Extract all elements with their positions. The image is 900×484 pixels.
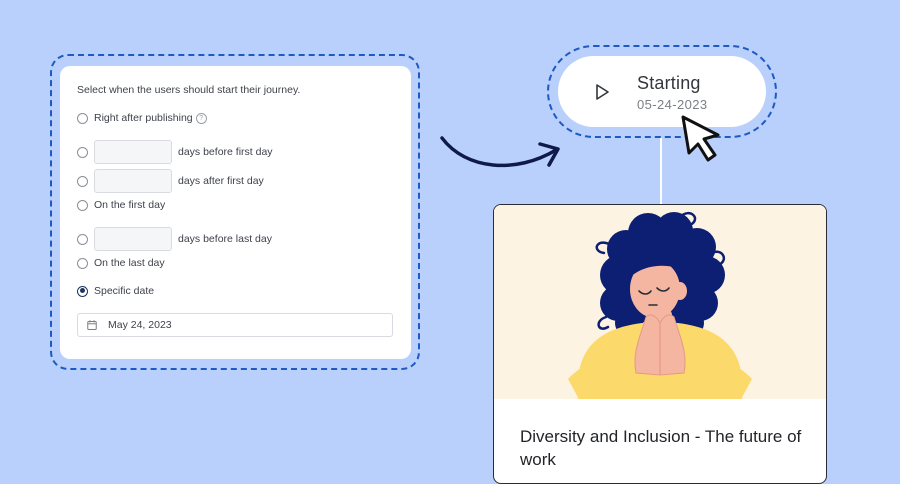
- radio-days-before-last-day[interactable]: [77, 233, 88, 245]
- course-illustration: [494, 205, 826, 399]
- radio-days-after-first-day[interactable]: [77, 175, 88, 187]
- option-label: Right after publishing: [94, 112, 193, 124]
- play-icon: [596, 84, 609, 100]
- specific-date-field[interactable]: May 24, 2023: [77, 313, 393, 337]
- starting-date: 05-24-2023: [637, 97, 708, 112]
- days-after-first-day-input[interactable]: [94, 169, 172, 193]
- days-before-first-day-input[interactable]: [94, 140, 172, 164]
- mouse-cursor-icon: [681, 115, 720, 162]
- option-label: days before first day: [178, 146, 273, 158]
- specific-date-value: May 24, 2023: [108, 319, 172, 331]
- course-card[interactable]: Diversity and Inclusion - The future of …: [493, 204, 827, 484]
- option-label: days before last day: [178, 233, 272, 245]
- radio-on-the-first-day[interactable]: [77, 199, 88, 211]
- option-specific-date[interactable]: Specific date: [77, 280, 154, 302]
- option-days-before-last-day[interactable]: days before last day: [77, 227, 272, 251]
- start-date-form: Select when the users should start their…: [60, 66, 411, 359]
- option-label: On the first day: [94, 199, 166, 211]
- option-right-after-publishing[interactable]: Right after publishing ?: [77, 107, 207, 129]
- form-title: Select when the users should start their…: [77, 84, 301, 96]
- starting-title: Starting: [637, 73, 701, 93]
- radio-specific-date[interactable]: [77, 285, 88, 297]
- option-on-the-first-day[interactable]: On the first day: [77, 194, 165, 216]
- option-days-before-first-day[interactable]: days before first day: [77, 140, 273, 164]
- curved-arrow-icon: [440, 136, 560, 168]
- calendar-icon: [87, 320, 97, 330]
- option-label: days after first day: [178, 175, 264, 187]
- option-days-after-first-day[interactable]: days after first day: [77, 169, 264, 193]
- starting-pill[interactable]: Starting 05-24-2023: [558, 56, 766, 127]
- option-label: Specific date: [94, 285, 155, 297]
- help-icon[interactable]: ?: [195, 112, 207, 124]
- days-before-last-day-input[interactable]: [94, 227, 172, 251]
- woman-praying-illustration: [568, 211, 752, 399]
- radio-days-before-first-day[interactable]: [77, 146, 88, 158]
- option-on-the-last-day[interactable]: On the last day: [77, 252, 165, 274]
- radio-on-the-last-day[interactable]: [77, 257, 88, 269]
- course-title: Diversity and Inclusion - The future of …: [520, 427, 802, 469]
- radio-right-after-publishing[interactable]: [77, 112, 88, 124]
- option-label: On the last day: [94, 257, 165, 269]
- connector-line: [660, 138, 662, 205]
